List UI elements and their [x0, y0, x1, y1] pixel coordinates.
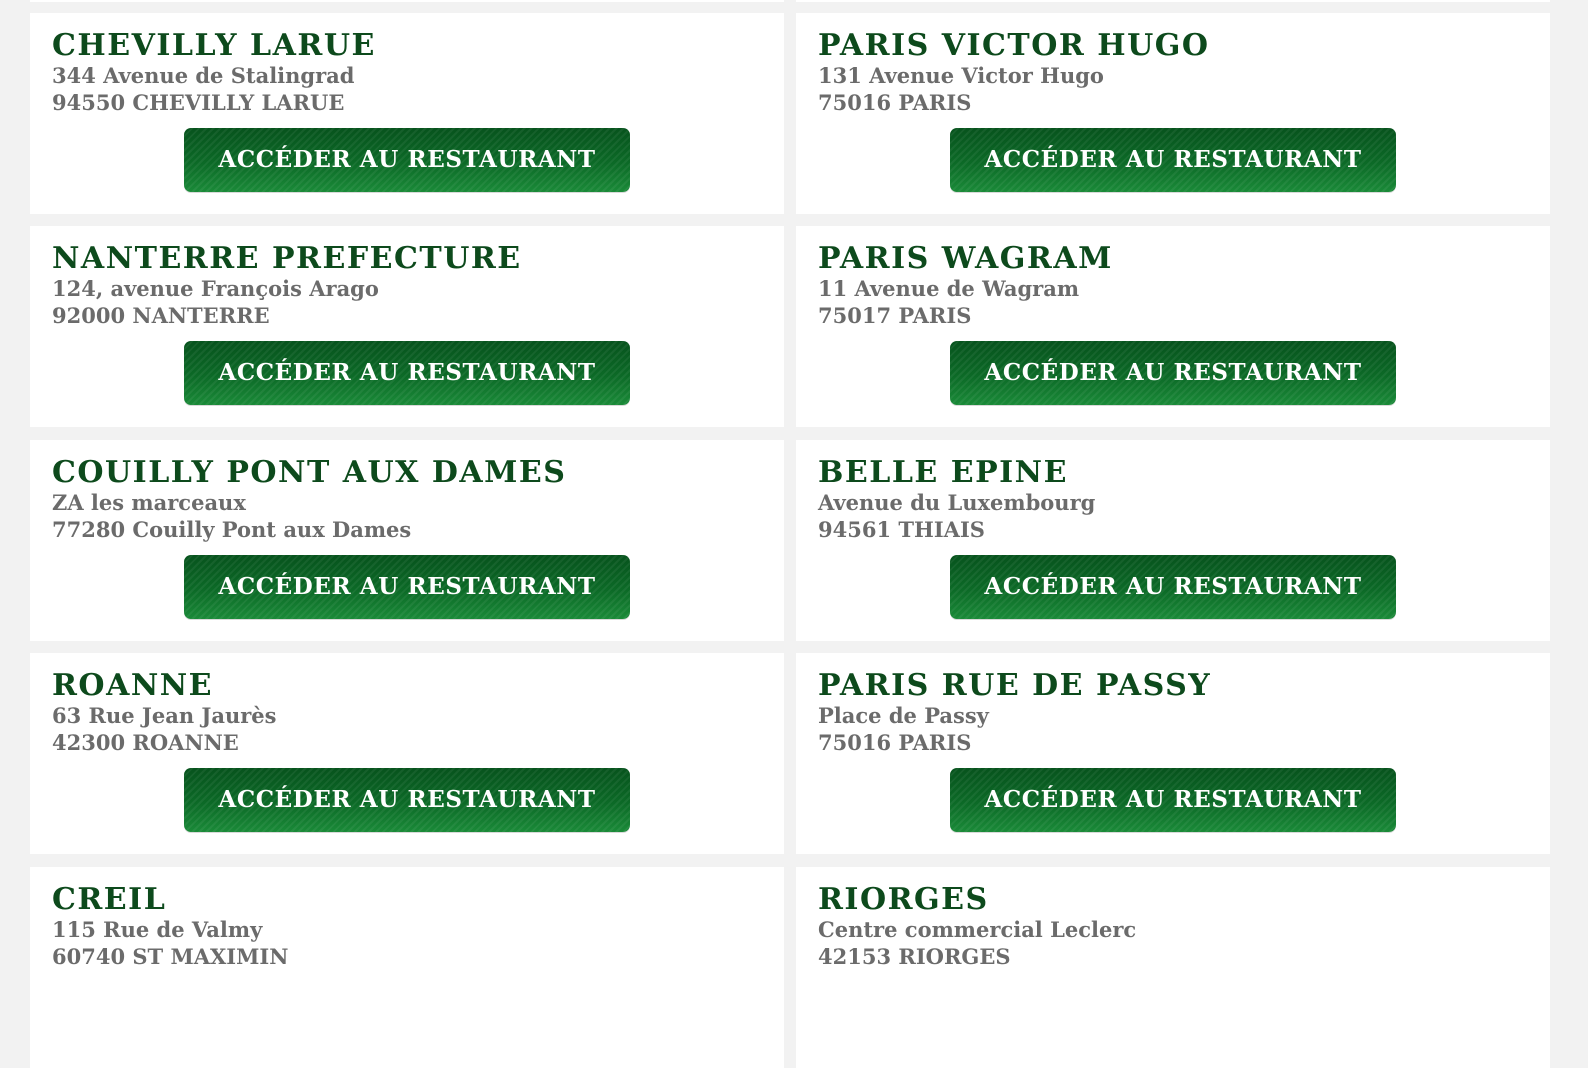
restaurant-card: CREIL 115 Rue de Valmy 60740 ST MAXIMIN — [30, 867, 784, 1068]
restaurant-name: PARIS VICTOR HUGO — [818, 28, 1210, 63]
restaurant-card: COUILLY PONT AUX DAMES ZA les marceaux 7… — [30, 440, 784, 641]
restaurant-city: 60740 ST MAXIMIN — [52, 944, 289, 969]
access-restaurant-button[interactable]: ACCÉDER AU RESTAURANT — [950, 768, 1396, 832]
restaurant-name: PARIS RUE DE PASSY — [818, 668, 1212, 703]
restaurant-name: PARIS WAGRAM — [818, 241, 1113, 276]
restaurant-street: 124, avenue François Arago — [52, 276, 379, 301]
restaurant-city: 42153 RIORGES — [818, 944, 1011, 969]
restaurant-card: PARIS WAGRAM 11 Avenue de Wagram 75017 P… — [796, 226, 1550, 427]
restaurant-card: PARIS RUE DE PASSY Place de Passy 75016 … — [796, 653, 1550, 854]
access-restaurant-button[interactable]: ACCÉDER AU RESTAURANT — [184, 128, 630, 192]
restaurant-street: 63 Rue Jean Jaurès — [52, 703, 277, 728]
restaurant-name: NANTERRE PREFECTURE — [52, 241, 522, 276]
restaurant-city: 92000 NANTERRE — [52, 303, 270, 328]
access-restaurant-button[interactable]: ACCÉDER AU RESTAURANT — [184, 768, 630, 832]
restaurant-city: 42300 ROANNE — [52, 730, 239, 755]
restaurant-street: 131 Avenue Victor Hugo — [818, 63, 1104, 88]
restaurant-name: RIORGES — [818, 882, 989, 917]
restaurant-card: ROANNE 63 Rue Jean Jaurès 42300 ROANNE A… — [30, 653, 784, 854]
restaurant-street: 11 Avenue de Wagram — [818, 276, 1080, 301]
restaurant-card: BELLE EPINE Avenue du Luxembourg 94561 T… — [796, 440, 1550, 641]
restaurant-city: 94561 THIAIS — [818, 517, 985, 542]
access-restaurant-button[interactable]: ACCÉDER AU RESTAURANT — [950, 128, 1396, 192]
restaurant-street: 115 Rue de Valmy — [52, 917, 263, 942]
restaurant-card: RIORGES Centre commercial Leclerc 42153 … — [796, 867, 1550, 1068]
restaurant-name: COUILLY PONT AUX DAMES — [52, 455, 567, 490]
access-restaurant-button[interactable]: ACCÉDER AU RESTAURANT — [950, 555, 1396, 619]
restaurant-card: PARIS VICTOR HUGO 131 Avenue Victor Hugo… — [796, 13, 1550, 214]
restaurant-street: Avenue du Luxembourg — [818, 490, 1096, 515]
restaurant-street: ZA les marceaux — [52, 490, 246, 515]
access-restaurant-button[interactable]: ACCÉDER AU RESTAURANT — [950, 341, 1396, 405]
card-edge — [796, 0, 1550, 2]
restaurant-name: CREIL — [52, 882, 167, 917]
restaurant-street: Place de Passy — [818, 703, 989, 728]
access-restaurant-button[interactable]: ACCÉDER AU RESTAURANT — [184, 341, 630, 405]
restaurant-name: ROANNE — [52, 668, 214, 703]
restaurant-name: BELLE EPINE — [818, 455, 1068, 490]
restaurant-city: 77280 Couilly Pont aux Dames — [52, 517, 412, 542]
restaurant-city: 75016 PARIS — [818, 90, 972, 115]
access-restaurant-button[interactable]: ACCÉDER AU RESTAURANT — [184, 555, 630, 619]
restaurant-name: CHEVILLY LARUE — [52, 28, 376, 63]
restaurant-city: 75017 PARIS — [818, 303, 972, 328]
card-edge — [30, 0, 784, 2]
restaurant-card: CHEVILLY LARUE 344 Avenue de Stalingrad … — [30, 13, 784, 214]
restaurant-card: NANTERRE PREFECTURE 124, avenue François… — [30, 226, 784, 427]
restaurant-city: 75016 PARIS — [818, 730, 972, 755]
restaurant-city: 94550 CHEVILLY LARUE — [52, 90, 345, 115]
restaurant-street: Centre commercial Leclerc — [818, 917, 1137, 942]
restaurant-street: 344 Avenue de Stalingrad — [52, 63, 355, 88]
